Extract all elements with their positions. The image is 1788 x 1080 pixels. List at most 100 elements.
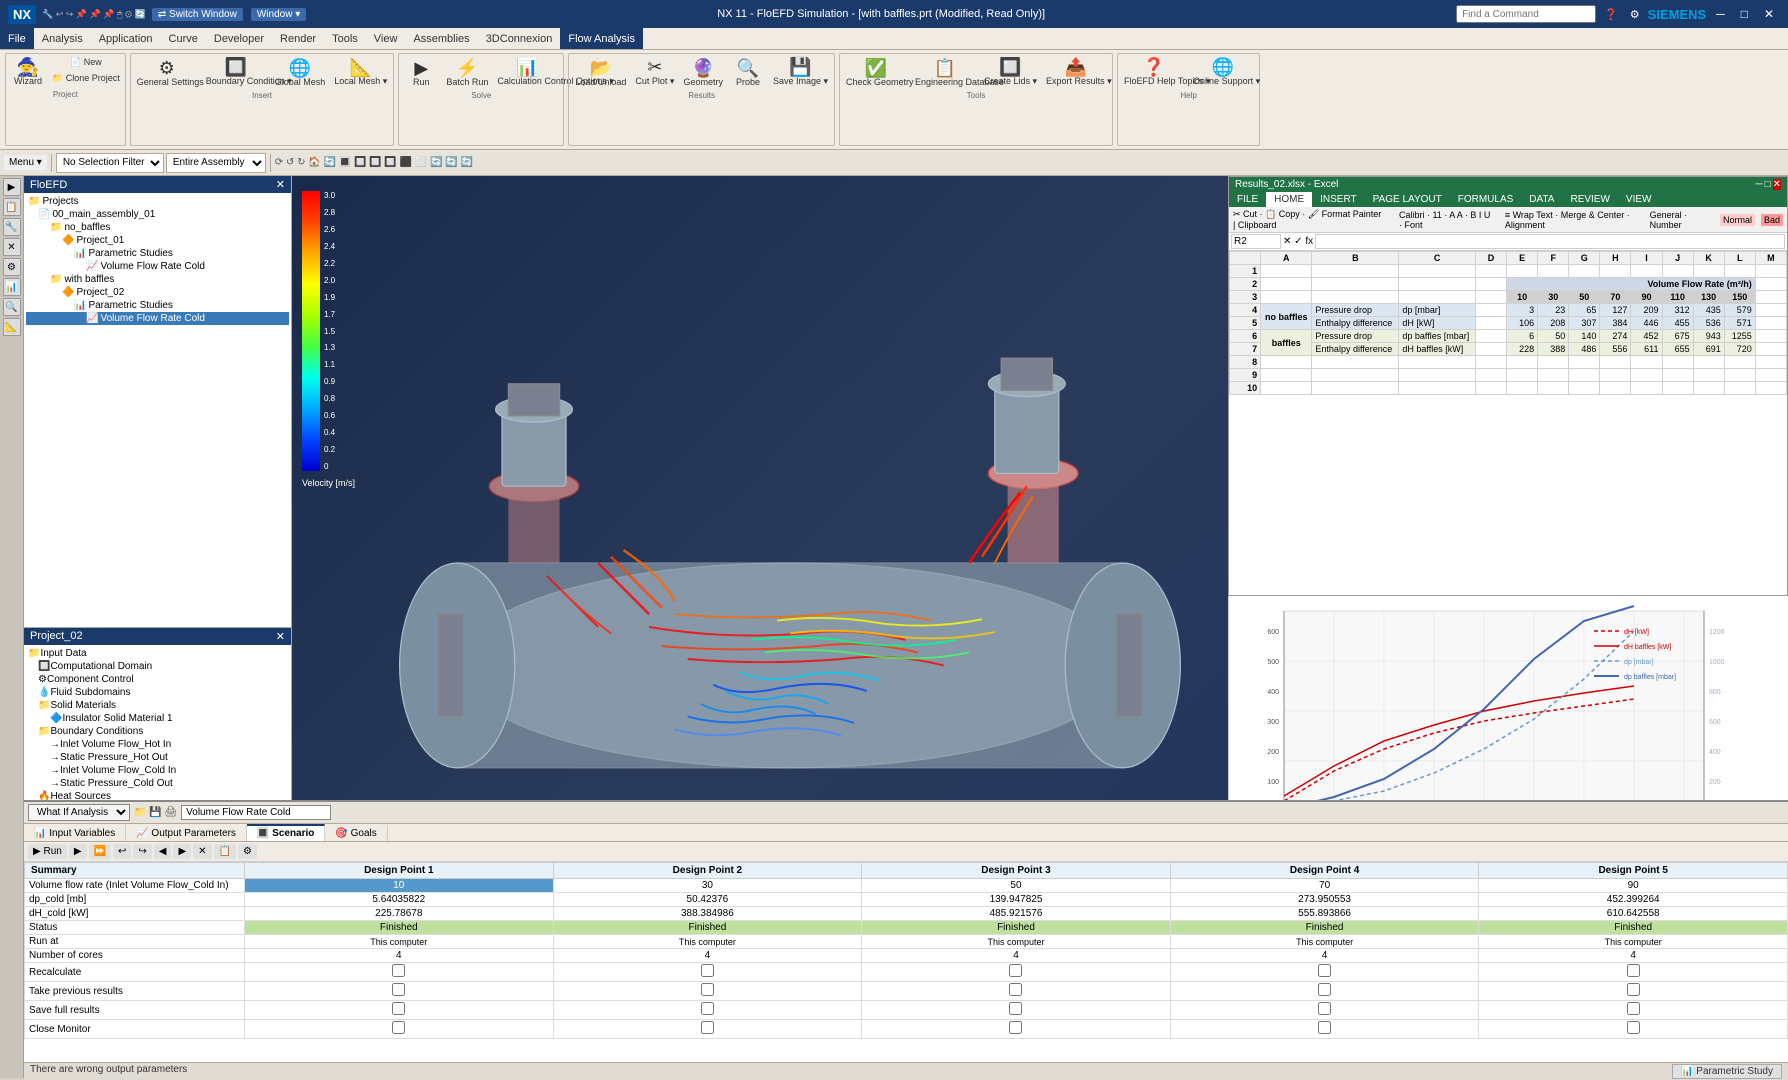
what-if-analysis-select[interactable]: What If Analysis bbox=[28, 804, 130, 821]
run-button[interactable]: ▶ Run bbox=[401, 55, 441, 90]
cut-plot-button[interactable]: ✂ Cut Plot ▾ bbox=[631, 55, 678, 90]
switch-window-btn[interactable]: ⇄ Switch Window bbox=[152, 8, 243, 21]
dp1-take[interactable] bbox=[245, 982, 554, 1001]
dp5-save-chk[interactable] bbox=[1627, 1002, 1640, 1015]
menu-view[interactable]: View bbox=[366, 28, 406, 49]
side-btn-5[interactable]: ⚙ bbox=[3, 258, 21, 276]
tbn-fluid-sub[interactable]: 💧 Fluid Subdomains bbox=[26, 686, 289, 699]
dp2-save-chk[interactable] bbox=[701, 1002, 714, 1015]
find-command-input[interactable] bbox=[1456, 5, 1596, 23]
excel-formula-input[interactable] bbox=[1315, 234, 1785, 249]
tbn-static-hot[interactable]: → Static Pressure_Hot Out bbox=[26, 751, 289, 764]
tbn-inlet-hot[interactable]: → Inlet Volume Flow_Hot In bbox=[26, 738, 289, 751]
new-button[interactable]: 📄 New bbox=[49, 55, 123, 70]
menu-dropdown-button[interactable]: Menu ▾ bbox=[4, 155, 47, 170]
menu-analysis[interactable]: Analysis bbox=[34, 28, 91, 49]
excel-restore[interactable]: □ bbox=[1765, 179, 1771, 190]
tree-node-project01[interactable]: 🔶 Project_01 bbox=[26, 234, 289, 247]
tree-node-project02[interactable]: 🔶 Project_02 bbox=[26, 286, 289, 299]
bp-prev-btn[interactable]: ◀ bbox=[154, 844, 172, 859]
calc-control-button[interactable]: 📊 Calculation Control Options ▾ bbox=[493, 55, 561, 90]
dp4-flow-rate[interactable]: 70 bbox=[1170, 879, 1479, 893]
tree-node-param-studies-2[interactable]: 📊 Parametric Studies bbox=[26, 299, 289, 312]
local-mesh-button[interactable]: 📐 Local Mesh ▾ bbox=[330, 55, 391, 90]
load-unload-button[interactable]: 📂 Load/Unload bbox=[571, 55, 630, 90]
dp5-recalc-chk[interactable] bbox=[1627, 964, 1640, 977]
bp-stop-btn[interactable]: ✕ bbox=[193, 844, 211, 859]
dp4-save-chk[interactable] bbox=[1318, 1002, 1331, 1015]
excel-close[interactable]: ✕ bbox=[1773, 179, 1781, 190]
menu-application[interactable]: Application bbox=[91, 28, 161, 49]
engineering-db-button[interactable]: 📋 Engineering Database bbox=[911, 55, 979, 90]
dp3-recalc-chk[interactable] bbox=[1009, 964, 1022, 977]
bp-run-button[interactable]: ▶ Run bbox=[28, 844, 67, 859]
geometry-button[interactable]: 🔮 Geometry bbox=[679, 55, 727, 90]
bp-back-btn[interactable]: ↩ bbox=[113, 844, 131, 859]
tree-node-param-studies-1[interactable]: 📊 Parametric Studies bbox=[26, 247, 289, 260]
side-btn-6[interactable]: 📊 bbox=[3, 278, 21, 296]
excel-tab-home[interactable]: HOME bbox=[1266, 192, 1312, 207]
dp4-take[interactable] bbox=[1170, 982, 1479, 1001]
tree-node-assembly[interactable]: 📄 00_main_assembly_01 bbox=[26, 208, 289, 221]
export-results-button[interactable]: 📤 Export Results ▾ bbox=[1042, 55, 1110, 90]
batch-run-button[interactable]: ⚡ Batch Run bbox=[442, 55, 492, 90]
online-support-button[interactable]: 🌐 Online Support ▾ bbox=[1189, 55, 1257, 90]
tree-node-vol-flow-1[interactable]: 📈 Volume Flow Rate Cold bbox=[26, 260, 289, 273]
dp2-take[interactable] bbox=[553, 982, 862, 1001]
tbn-bc[interactable]: 📁 Boundary Conditions bbox=[26, 725, 289, 738]
tbn-comp-domain[interactable]: 🔲 Computational Domain bbox=[26, 660, 289, 673]
tbn-comp-ctrl[interactable]: ⚙ Component Control bbox=[26, 673, 289, 686]
clone-project-button[interactable]: 📁 Clone Project bbox=[49, 71, 123, 86]
excel-tab-view[interactable]: VIEW bbox=[1618, 192, 1660, 207]
tree-node-no-baffles[interactable]: 📁 no_baffles bbox=[26, 221, 289, 234]
dp5-close[interactable] bbox=[1479, 1020, 1788, 1039]
dp2-flow-rate[interactable]: 30 bbox=[553, 879, 862, 893]
dp1-save-chk[interactable] bbox=[392, 1002, 405, 1015]
dp4-save[interactable] bbox=[1170, 1001, 1479, 1020]
dp3-close-chk[interactable] bbox=[1009, 1021, 1022, 1034]
tbn-input-data[interactable]: 📁 Input Data bbox=[26, 647, 289, 660]
dp1-recalc-chk[interactable] bbox=[392, 964, 405, 977]
window-btn[interactable]: Window ▾ bbox=[251, 8, 306, 21]
excel-tab-data[interactable]: DATA bbox=[1521, 192, 1562, 207]
check-geometry-button[interactable]: ✅ Check Geometry bbox=[842, 55, 910, 90]
dp5-flow-rate[interactable]: 90 bbox=[1479, 879, 1788, 893]
dp3-take[interactable] bbox=[862, 982, 1171, 1001]
dp3-take-chk[interactable] bbox=[1009, 983, 1022, 996]
side-btn-8[interactable]: 📐 bbox=[3, 318, 21, 336]
excel-tab-pagelayout[interactable]: PAGE LAYOUT bbox=[1365, 192, 1450, 207]
menu-file[interactable]: File bbox=[0, 28, 34, 49]
excel-tab-insert[interactable]: INSERT bbox=[1312, 192, 1365, 207]
bp-settings-btn[interactable]: ⚙ bbox=[238, 844, 257, 859]
menu-assemblies[interactable]: Assemblies bbox=[405, 28, 477, 49]
wizard-button[interactable]: 🧙 Wizard bbox=[8, 55, 48, 89]
parametric-tab-btn[interactable]: 📊 Parametric Study bbox=[1672, 1064, 1782, 1079]
side-btn-1[interactable]: ▶ bbox=[3, 178, 21, 196]
global-mesh-button[interactable]: 🌐 Global Mesh bbox=[271, 55, 330, 90]
general-settings-button[interactable]: ⚙ General Settings bbox=[133, 55, 201, 90]
dp3-save[interactable] bbox=[862, 1001, 1171, 1020]
dp4-take-chk[interactable] bbox=[1318, 983, 1331, 996]
dp2-save[interactable] bbox=[553, 1001, 862, 1020]
dp2-recalc-chk[interactable] bbox=[701, 964, 714, 977]
assembly-filter-select[interactable]: Entire Assembly bbox=[166, 153, 266, 173]
dp3-recalc[interactable] bbox=[862, 963, 1171, 982]
menu-3dconnexion[interactable]: 3DConnexion bbox=[478, 28, 561, 49]
excel-tab-review[interactable]: REVIEW bbox=[1562, 192, 1617, 207]
menu-flow-analysis[interactable]: Flow Analysis bbox=[560, 28, 643, 49]
excel-content[interactable]: A B C D E F G H I J K L M bbox=[1229, 251, 1787, 595]
dp4-close-chk[interactable] bbox=[1318, 1021, 1331, 1034]
dp3-save-chk[interactable] bbox=[1009, 1002, 1022, 1015]
tbn-solid-mat[interactable]: 📁 Solid Materials bbox=[26, 699, 289, 712]
dp1-recalc[interactable] bbox=[245, 963, 554, 982]
dp5-save[interactable] bbox=[1479, 1001, 1788, 1020]
dp3-close[interactable] bbox=[862, 1020, 1171, 1039]
tbn-insulator[interactable]: 🔷 Insulator Solid Material 1 bbox=[26, 712, 289, 725]
tree-node-projects[interactable]: 📁 Projects bbox=[26, 195, 289, 208]
dp2-close-chk[interactable] bbox=[701, 1021, 714, 1034]
tbn-inlet-cold[interactable]: → Inlet Volume Flow_Cold In bbox=[26, 764, 289, 777]
bp-next-btn[interactable]: ▶ bbox=[173, 844, 191, 859]
dp5-recalc[interactable] bbox=[1479, 963, 1788, 982]
help-icon[interactable]: ❓ bbox=[1600, 8, 1622, 21]
dp1-close[interactable] bbox=[245, 1020, 554, 1039]
